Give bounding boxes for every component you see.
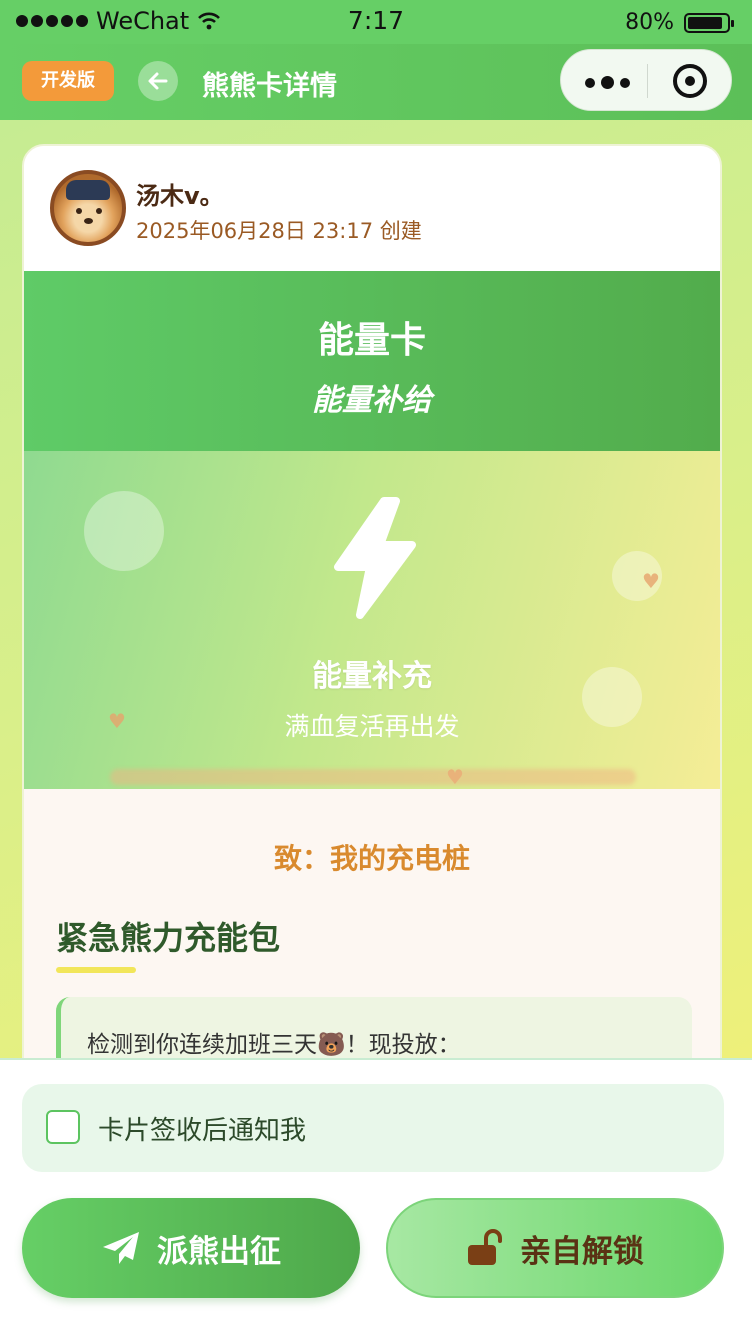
unlock-icon bbox=[468, 1229, 502, 1265]
unlock-label: 亲自解锁 bbox=[520, 1233, 644, 1270]
lightning-icon bbox=[334, 497, 416, 619]
card-hero: ♥ ♥ ♥ 能量补充 满血复活再出发 bbox=[24, 451, 720, 789]
recipient-line: 致：我的充电桩 bbox=[273, 842, 470, 875]
send-bear-button[interactable]: 派熊出征 bbox=[22, 1198, 360, 1298]
status-bar-right: 80% bbox=[625, 10, 734, 35]
decor-bubble bbox=[84, 491, 164, 571]
user-name: 汤木v。 bbox=[136, 182, 224, 210]
back-button[interactable] bbox=[138, 61, 178, 101]
avatar[interactable] bbox=[50, 170, 126, 246]
notify-option[interactable]: 卡片签收后通知我 bbox=[22, 1084, 724, 1172]
title-underline bbox=[56, 967, 136, 973]
message-title: 紧急熊力充能包 bbox=[56, 919, 281, 957]
page-title: 熊熊卡详情 bbox=[202, 71, 337, 102]
bear-card: 汤木v。 2025年06月28日 23:17 创建 能量卡 能量补给 ♥ ♥ ♥… bbox=[22, 144, 722, 1104]
status-bar: WeChat 7:17 80% bbox=[0, 0, 752, 44]
battery-percent: 80% bbox=[625, 10, 674, 35]
more-icon[interactable] bbox=[585, 76, 630, 89]
created-date: 2025年06月28日 23:17 创建 bbox=[136, 219, 422, 243]
paper-plane-icon bbox=[103, 1232, 139, 1264]
nav-bar: 开发版 熊熊卡详情 bbox=[0, 44, 752, 120]
dev-version-tag: 开发版 bbox=[22, 61, 114, 101]
card-header: 汤木v。 2025年06月28日 23:17 创建 bbox=[24, 146, 720, 271]
decor-glow bbox=[110, 769, 636, 785]
send-bear-label: 派熊出征 bbox=[157, 1233, 281, 1270]
notify-label: 卡片签收后通知我 bbox=[98, 1116, 307, 1146]
notify-checkbox[interactable] bbox=[46, 1110, 80, 1144]
battery-icon bbox=[684, 12, 734, 33]
mini-program-capsule bbox=[560, 49, 732, 111]
arrow-left-icon bbox=[148, 72, 168, 90]
close-target-icon[interactable] bbox=[673, 64, 707, 98]
message-text: 检测到你连续加班三天🐻！现投放： bbox=[87, 1032, 461, 1058]
card-banner: 能量卡 能量补给 bbox=[24, 271, 720, 451]
bottom-action-panel: 卡片签收后通知我 派熊出征 亲自解锁 bbox=[0, 1058, 752, 1338]
unlock-button[interactable]: 亲自解锁 bbox=[386, 1198, 724, 1298]
card-content: 致：我的充电桩 紧急熊力充能包 检测到你连续加班三天🐻！现投放： bbox=[24, 789, 720, 1102]
hero-subtitle: 满血复活再出发 bbox=[284, 712, 460, 741]
card-type-subtitle: 能量补给 bbox=[312, 383, 432, 418]
capsule-divider bbox=[647, 64, 648, 98]
hero-title: 能量补充 bbox=[312, 659, 432, 694]
heart-icon: ♥ bbox=[642, 569, 660, 593]
card-type-title: 能量卡 bbox=[317, 320, 426, 361]
